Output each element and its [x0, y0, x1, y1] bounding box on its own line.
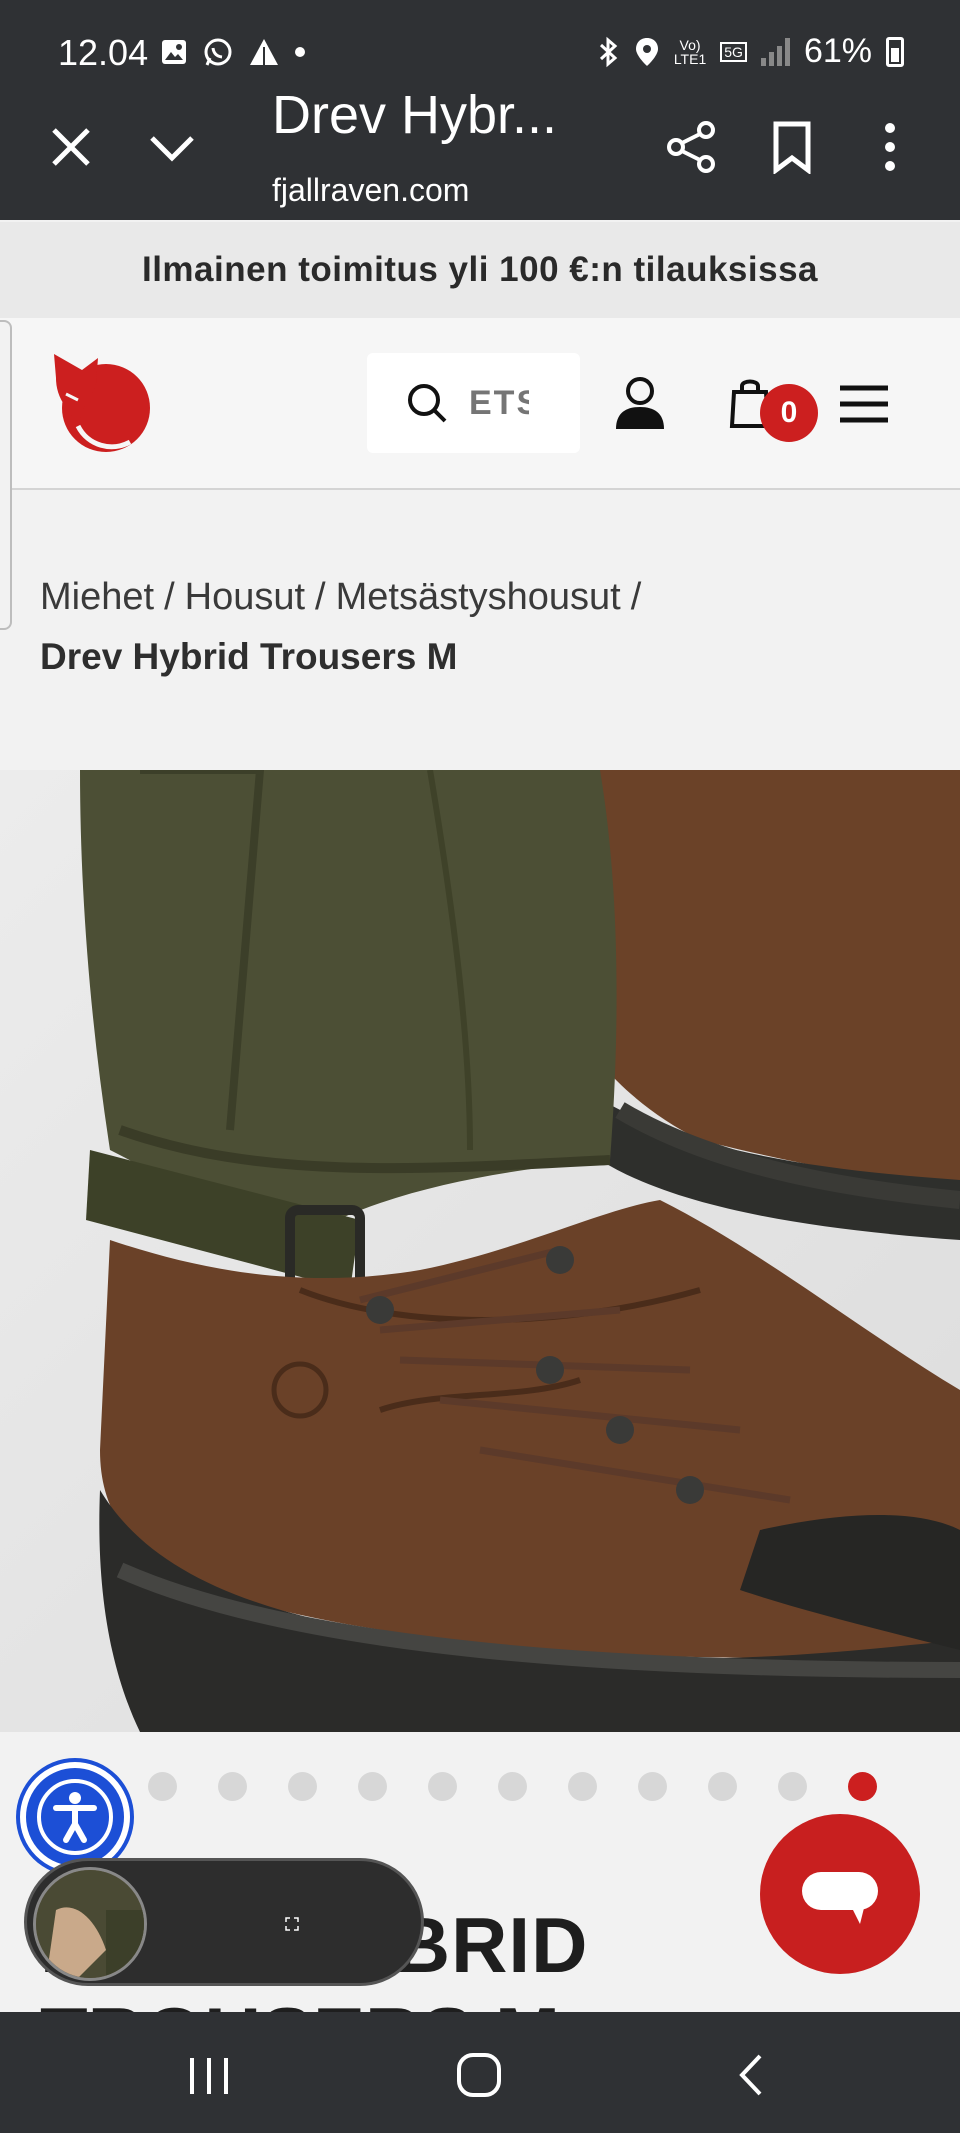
search-input[interactable] — [469, 383, 529, 423]
expand-icon[interactable] — [285, 1917, 299, 1931]
more-vert-icon[interactable] — [876, 120, 904, 174]
carousel-dot[interactable] — [218, 1772, 247, 1801]
accessibility-button[interactable] — [20, 1762, 130, 1872]
status-right-icons: Vo) LTE1 5G 61% — [596, 32, 904, 71]
fjallraven-logo[interactable] — [52, 350, 152, 460]
share-icon[interactable] — [664, 120, 718, 174]
carousel-dot[interactable] — [638, 1772, 667, 1801]
signal-icon — [760, 37, 790, 66]
search-icon — [408, 384, 447, 423]
video-thumbnail[interactable] — [33, 1867, 147, 1981]
carousel-dot[interactable] — [848, 1772, 877, 1801]
side-drawer-tab[interactable] — [0, 320, 12, 630]
recent-apps-icon[interactable] — [186, 2056, 232, 2096]
status-bar: 12.04 Vo) LTE1 5G 61% Drev Hybr... fjallr… — [0, 0, 960, 220]
breadcrumb-current: Drev Hybrid Trousers M — [40, 636, 458, 677]
dot-icon — [295, 47, 305, 57]
accessibility-icon — [37, 1779, 113, 1855]
carousel-dot[interactable] — [148, 1772, 177, 1801]
floating-video-player[interactable] — [24, 1858, 424, 1986]
browser-tab-title: Drev Hybr... — [272, 85, 558, 145]
breadcrumb-link-trousers[interactable]: Housut — [185, 576, 305, 618]
account-icon[interactable] — [612, 375, 668, 431]
search-field[interactable] — [367, 353, 580, 453]
whatsapp-icon — [204, 38, 232, 66]
image-carousel-dots — [148, 1772, 877, 1801]
product-image[interactable] — [0, 770, 960, 1732]
battery-percent: 61% — [803, 32, 872, 70]
breadcrumb: Miehet / Housut / Metsästyshousut / — [40, 576, 642, 618]
close-icon[interactable] — [46, 122, 96, 172]
battery-icon — [886, 36, 904, 67]
alert-triangle-icon — [250, 39, 278, 65]
chat-button[interactable] — [760, 1814, 920, 1974]
chevron-down-icon[interactable] — [146, 122, 198, 172]
carousel-dot[interactable] — [288, 1772, 317, 1801]
breadcrumb-link-hunting-trousers[interactable]: Metsästyshousut — [336, 576, 621, 618]
free-shipping-banner: Ilmainen toimitus yli 100 €:n tilauksiss… — [0, 222, 960, 318]
carousel-dot[interactable] — [708, 1772, 737, 1801]
location-icon — [635, 37, 658, 66]
bookmark-icon[interactable] — [770, 120, 814, 174]
product-heading-line2: TROUSERS M — [40, 1990, 560, 2012]
carousel-dot[interactable] — [358, 1772, 387, 1801]
breadcrumb-link-men[interactable]: Miehet — [40, 576, 154, 618]
volte-label: Vo) LTE1 — [673, 36, 707, 67]
carousel-dot[interactable] — [428, 1772, 457, 1801]
carousel-dot[interactable] — [568, 1772, 597, 1801]
carousel-dot[interactable] — [498, 1772, 527, 1801]
carousel-dot[interactable] — [778, 1772, 807, 1801]
notification-icons — [160, 36, 306, 68]
back-icon[interactable] — [736, 2052, 764, 2098]
cart-count-badge[interactable]: 0 — [760, 384, 818, 442]
status-time: 12.04 — [58, 32, 149, 73]
chat-icon — [802, 1872, 878, 1924]
network-5g-label: 5G — [720, 41, 747, 62]
gallery-icon — [162, 40, 186, 64]
hamburger-menu-icon[interactable] — [838, 384, 890, 424]
home-icon[interactable] — [456, 2052, 502, 2098]
bluetooth-icon — [599, 36, 618, 67]
browser-url[interactable]: fjallraven.com — [272, 172, 469, 209]
